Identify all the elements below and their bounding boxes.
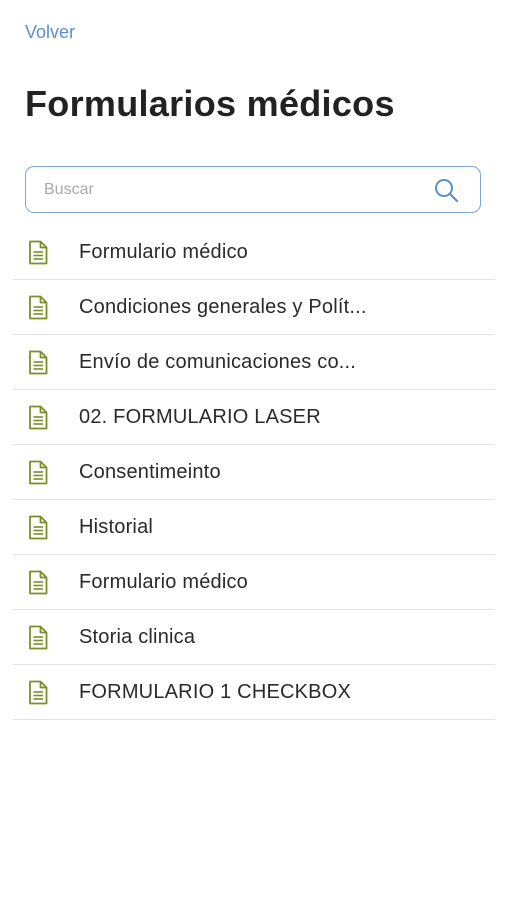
form-list: Formulario médico Condiciones generales … bbox=[13, 225, 495, 720]
list-item-label: Formulario médico bbox=[79, 240, 249, 263]
list-item[interactable]: Consentimeinto bbox=[13, 445, 495, 500]
list-item-label: Condiciones generales y Polít... bbox=[79, 295, 367, 318]
list-item-label: Envío de comunicaciones co... bbox=[79, 350, 357, 373]
document-icon bbox=[27, 679, 49, 705]
list-item[interactable]: Storia clinica bbox=[13, 610, 495, 665]
document-icon bbox=[27, 294, 49, 320]
list-item[interactable]: FORMULARIO 1 CHECKBOX bbox=[13, 665, 495, 720]
document-icon bbox=[27, 239, 49, 265]
list-item[interactable]: Formulario médico bbox=[13, 225, 495, 280]
page-title: Formularios médicos bbox=[25, 83, 395, 124]
document-icon bbox=[27, 569, 49, 595]
document-icon bbox=[27, 459, 49, 485]
document-icon bbox=[27, 624, 49, 650]
list-item[interactable]: 02. FORMULARIO LASER bbox=[13, 390, 495, 445]
search-icon[interactable] bbox=[432, 176, 460, 204]
document-icon bbox=[27, 404, 49, 430]
list-item-label: FORMULARIO 1 CHECKBOX bbox=[79, 680, 352, 703]
list-item-label: Consentimeinto bbox=[79, 460, 221, 483]
list-item[interactable]: Historial bbox=[13, 500, 495, 555]
list-item[interactable]: Envío de comunicaciones co... bbox=[13, 335, 495, 390]
search-bar bbox=[25, 166, 481, 213]
list-item-label: 02. FORMULARIO LASER bbox=[79, 405, 321, 428]
back-link[interactable]: Volver bbox=[25, 20, 75, 44]
list-item[interactable]: Formulario médico bbox=[13, 555, 495, 610]
document-icon bbox=[27, 349, 49, 375]
document-icon bbox=[27, 514, 49, 540]
list-item[interactable]: Condiciones generales y Polít... bbox=[13, 280, 495, 335]
list-item-label: Historial bbox=[79, 515, 154, 538]
list-item-label: Formulario médico bbox=[79, 570, 249, 593]
search-input[interactable] bbox=[26, 167, 432, 212]
list-item-label: Storia clinica bbox=[79, 625, 196, 648]
